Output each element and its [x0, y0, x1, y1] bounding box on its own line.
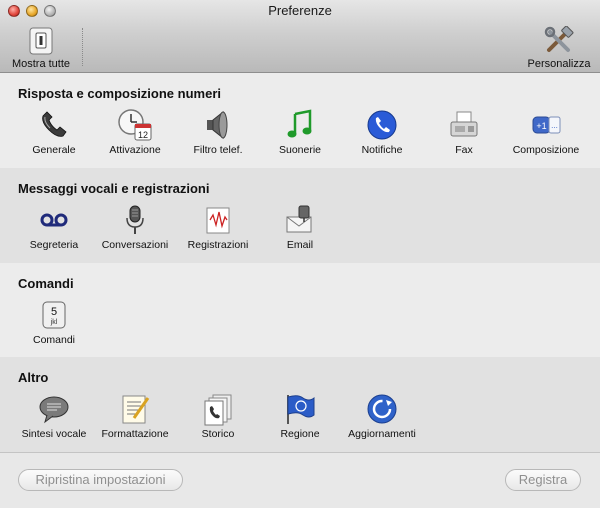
formatting-icon	[117, 391, 153, 427]
section-answer-dialing: Risposta e composizione numeri Generale …	[0, 73, 600, 168]
email-icon	[282, 202, 318, 238]
pane-conversations[interactable]: Conversazioni	[93, 202, 177, 251]
pane-ringtones[interactable]: Suonerie	[258, 107, 342, 156]
clock-calendar-icon: 12	[117, 107, 153, 143]
pane-history[interactable]: Storico	[176, 391, 260, 440]
pane-recordings[interactable]: Registrazioni	[176, 202, 260, 251]
section-commands: Comandi 5 jkl Comandi	[0, 263, 600, 357]
speech-bubble-icon	[36, 391, 72, 427]
update-icon	[364, 391, 400, 427]
show-all-button[interactable]: Mostra tutte	[6, 26, 76, 70]
history-icon	[200, 391, 236, 427]
toolbar-separator	[82, 28, 83, 66]
dial-plus1-icon: +1...	[528, 107, 564, 143]
keypad-5-icon: 5 jkl	[36, 297, 72, 333]
preferences-window: Preferenze Mostra tutte Personalizza Ris…	[0, 0, 600, 508]
svg-text:...: ...	[551, 121, 558, 130]
phone-handset-icon	[36, 107, 72, 143]
svg-text:12: 12	[138, 130, 148, 140]
pane-dialing[interactable]: +1... Composizione	[504, 107, 588, 156]
reset-settings-button[interactable]: Ripristina impostazioni	[18, 469, 183, 491]
svg-text:jkl: jkl	[50, 319, 58, 326]
pane-commands[interactable]: 5 jkl Comandi	[12, 297, 96, 346]
pane-call-filter[interactable]: Filtro telef.	[176, 107, 260, 156]
music-note-icon	[282, 107, 318, 143]
section-title: Comandi	[18, 276, 74, 291]
title-toolbar: Preferenze Mostra tutte Personalizza	[0, 0, 600, 73]
section-title: Altro	[18, 370, 49, 385]
microphone-icon	[117, 202, 153, 238]
tools-icon	[543, 26, 575, 56]
voicemail-icon	[36, 202, 72, 238]
pane-answering-machine[interactable]: Segreteria	[12, 202, 96, 251]
fax-icon	[446, 107, 482, 143]
speaker-icon	[200, 107, 236, 143]
section-voice-messages: Messaggi vocali e registrazioni Segreter…	[0, 168, 600, 263]
pane-activation[interactable]: 12 Attivazione	[93, 107, 177, 156]
pane-speech[interactable]: Sintesi vocale	[12, 391, 96, 440]
pane-formatting[interactable]: Formattazione	[93, 391, 177, 440]
svg-text:+1: +1	[536, 121, 546, 131]
notification-phone-icon	[364, 107, 400, 143]
save-button[interactable]: Registra	[505, 469, 581, 491]
customize-label: Personalizza	[527, 58, 591, 70]
pane-email[interactable]: Email	[258, 202, 342, 251]
show-all-label: Mostra tutte	[11, 58, 71, 70]
section-title: Risposta e composizione numeri	[18, 86, 221, 101]
pane-notifications[interactable]: Notifiche	[340, 107, 424, 156]
section-other: Altro Sintesi vocale Formattazione Stori…	[0, 357, 600, 452]
footer: Ripristina impostazioni Registra	[0, 452, 600, 508]
region-flag-icon	[282, 391, 318, 427]
pane-region[interactable]: Regione	[258, 391, 342, 440]
recording-icon	[200, 202, 236, 238]
section-title: Messaggi vocali e registrazioni	[18, 181, 210, 196]
pane-general[interactable]: Generale	[12, 107, 96, 156]
pane-updates[interactable]: Aggiornamenti	[340, 391, 424, 440]
pane-fax[interactable]: Fax	[422, 107, 506, 156]
show-all-icon	[25, 26, 57, 56]
svg-text:5: 5	[51, 306, 57, 318]
window-title: Preferenze	[268, 3, 332, 18]
customize-button[interactable]: Personalizza	[524, 26, 594, 70]
